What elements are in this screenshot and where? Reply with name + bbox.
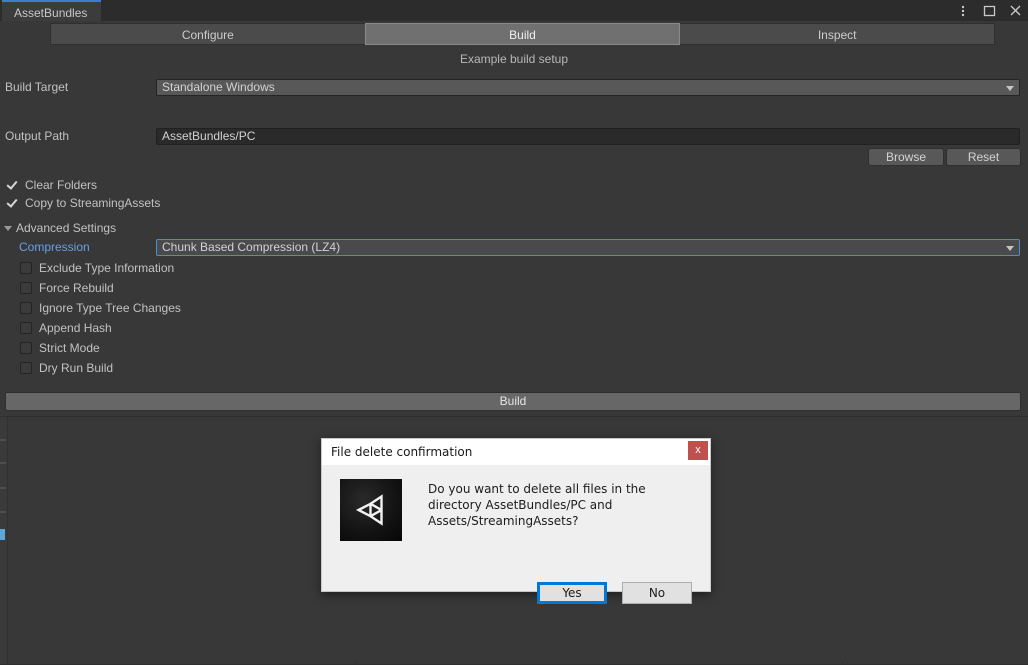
close-icon[interactable] [1008,4,1022,18]
setup-caption: Example build setup [459,52,569,66]
checkbox-unchecked-icon [20,342,32,354]
toggle-append-hash[interactable]: Append Hash [20,320,112,336]
dialog-yes-label: Yes [562,586,582,600]
toggle-append-hash-label: Append Hash [39,321,112,335]
checkbox-unchecked-icon [20,362,32,374]
compression-row: Compression Chunk Based Compression (LZ4… [0,239,1028,256]
triangle-down-icon [4,225,12,231]
toggle-dry-run-build-label: Dry Run Build [39,361,114,375]
build-target-value: Standalone Windows [162,80,275,94]
unity-logo-icon [340,479,402,541]
tab-configure-label: Configure [181,28,234,42]
dialog-message: Do you want to delete all files in the d… [428,482,646,528]
toggle-strict-mode[interactable]: Strict Mode [20,340,100,356]
maximize-icon[interactable] [982,4,996,18]
kebab-menu-icon[interactable] [956,4,970,18]
toggle-exclude-type-information-label: Exclude Type Information [39,261,175,275]
dialog-close-label: x [695,444,701,456]
build-target-dropdown[interactable]: Standalone Windows [156,79,1020,96]
toggle-force-rebuild[interactable]: Force Rebuild [20,280,114,296]
selection-marker [0,529,5,540]
checkbox-unchecked-icon [20,322,32,334]
chevron-down-icon [1006,246,1014,251]
tab-build[interactable]: Build [364,23,681,45]
reset-button-label: Reset [967,150,1000,164]
mode-tab-bar: Configure Build Inspect [50,23,996,45]
toggle-strict-mode-label: Strict Mode [39,341,100,355]
compression-label: Compression [19,240,90,254]
dialog-close-icon[interactable]: x [688,441,708,460]
foldout-advanced-settings[interactable]: Advanced Settings [4,220,116,236]
compression-dropdown[interactable]: Chunk Based Compression (LZ4) [156,239,1020,256]
dialog-title: File delete confirmation [331,445,473,459]
chevron-down-icon [1006,86,1014,91]
browse-button[interactable]: Browse [868,148,944,166]
foldout-advanced-settings-label: Advanced Settings [16,221,117,235]
output-path-value: AssetBundles/PC [162,129,256,143]
build-target-row: Build Target Standalone Windows [0,79,1028,96]
toggle-force-rebuild-label: Force Rebuild [39,281,114,295]
dialog-titlebar: File delete confirmation x [322,439,710,465]
checkbox-unchecked-icon [20,302,32,314]
browse-button-label: Browse [885,150,926,164]
reset-button[interactable]: Reset [946,148,1021,166]
checkbox-checked-icon [6,179,18,191]
editor-tab-assetbundles[interactable]: AssetBundles [2,0,102,21]
toggle-clear-folders-label: Clear Folders [25,178,98,192]
tab-inspect[interactable]: Inspect [679,23,996,45]
dialog-no-label: No [648,586,666,600]
toggle-ignore-type-tree-changes-label: Ignore Type Tree Changes [39,301,181,315]
tab-inspect-label: Inspect [817,28,857,42]
tab-configure[interactable]: Configure [50,23,366,45]
compression-value: Chunk Based Compression (LZ4) [162,240,341,254]
dialog-yes-button[interactable]: Yes [537,582,607,604]
checkbox-unchecked-icon [20,282,32,294]
build-button-label: Build [499,394,527,408]
dialog-body: Do you want to delete all files in the d… [322,465,710,604]
output-path-label: Output Path [5,129,70,143]
left-edge-strip [0,417,8,665]
tab-build-label: Build [509,28,536,42]
toggle-clear-folders[interactable]: Clear Folders [6,177,97,193]
output-path-input[interactable]: AssetBundles/PC [156,128,1020,145]
toggle-exclude-type-information[interactable]: Exclude Type Information [20,260,174,276]
window-chrome-buttons [956,0,1022,21]
dialog-no-button[interactable]: No [622,582,692,604]
checkbox-unchecked-icon [20,262,32,274]
checkbox-checked-icon [6,197,18,209]
build-target-label: Build Target [5,80,69,94]
build-button[interactable]: Build [5,392,1021,411]
toggle-copy-streamingassets[interactable]: Copy to StreamingAssets [6,195,160,211]
window-tab-strip: AssetBundles [0,0,1028,21]
output-path-row: Output Path AssetBundles/PC [0,128,1028,145]
editor-tab-label: AssetBundles [14,6,88,20]
toggle-ignore-type-tree-changes[interactable]: Ignore Type Tree Changes [20,300,181,316]
file-delete-confirmation-dialog: File delete confirmation x Do you want t… [321,438,711,604]
toggle-copy-streamingassets-label: Copy to StreamingAssets [25,196,161,210]
toggle-dry-run-build[interactable]: Dry Run Build [20,360,113,376]
